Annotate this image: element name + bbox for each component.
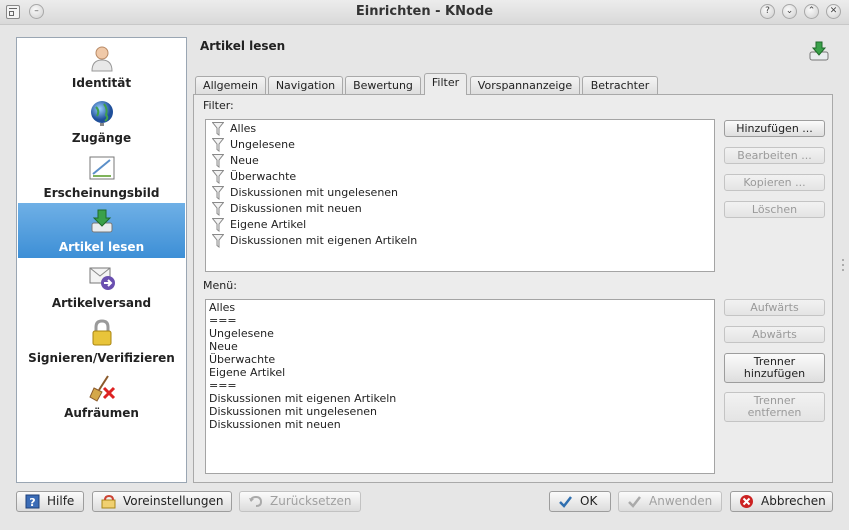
list-item[interactable]: ===	[209, 379, 237, 392]
window-minimize-button[interactable]: ⌄	[782, 4, 797, 19]
menu-label: Menü:	[203, 279, 237, 292]
send-mail-icon	[89, 267, 115, 290]
tab-vorspannanzeige[interactable]: Vorspannanzeige	[470, 76, 580, 94]
defaults-button[interactable]: Voreinstellungen	[92, 491, 232, 512]
list-item[interactable]: Diskussionen mit neuen	[209, 418, 341, 431]
sidebar: Identität Zugänge Erscheinungsbild Artik…	[16, 37, 187, 483]
list-item[interactable]: Ungelesene	[209, 327, 274, 340]
sidebar-item-label: Artikelversand	[51, 296, 152, 310]
sidebar-item-label: Artikel lesen	[58, 240, 145, 254]
sidebar-item-signieren[interactable]: Signieren/Verifizieren	[18, 315, 185, 368]
checkmark-icon	[559, 496, 572, 508]
list-item[interactable]: Neue	[209, 340, 238, 353]
funnel-icon	[212, 186, 224, 200]
cancel-icon	[740, 495, 753, 508]
funnel-icon	[212, 154, 224, 168]
undo-icon	[249, 495, 263, 507]
funnel-icon	[212, 202, 224, 216]
list-item[interactable]: Alles	[209, 301, 235, 314]
page-title: Artikel lesen	[200, 39, 286, 53]
globe-icon	[91, 101, 113, 126]
broom-icon	[89, 375, 116, 402]
remove-separator-button[interactable]: Trenner entfernen	[724, 392, 825, 422]
window-maximize-button[interactable]: ⌃	[804, 4, 819, 19]
sidebar-item-aufraeumen[interactable]: Aufräumen	[18, 370, 185, 423]
funnel-icon	[212, 218, 224, 232]
filter-label: Filter:	[203, 99, 234, 112]
menu-list[interactable]: Alles === Ungelesene Neue Überwachte Eig…	[205, 299, 715, 474]
funnel-icon	[212, 122, 224, 136]
delete-filter-button[interactable]: Löschen	[724, 201, 825, 218]
list-item[interactable]: Diskussionen mit eigenen Artikeln	[209, 392, 396, 405]
download-icon	[91, 209, 113, 233]
list-item[interactable]: ===	[209, 314, 237, 327]
move-down-button[interactable]: Abwärts	[724, 326, 825, 343]
sidebar-item-label: Aufräumen	[64, 406, 139, 420]
reset-button[interactable]: Zurücksetzen	[239, 491, 361, 512]
cancel-button[interactable]: Abbrechen	[730, 491, 833, 512]
list-item[interactable]: Eigene Artikel	[209, 366, 285, 379]
sidebar-item-erscheinungsbild[interactable]: Erscheinungsbild	[18, 150, 185, 203]
sidebar-item-label: Signieren/Verifizieren	[28, 351, 175, 365]
download-icon	[809, 41, 829, 61]
tab-bewertung[interactable]: Bewertung	[345, 76, 421, 94]
ok-button[interactable]: OK	[549, 491, 611, 512]
funnel-icon	[212, 170, 224, 184]
tab-betrachter[interactable]: Betrachter	[582, 76, 658, 94]
sidebar-item-label: Identität	[71, 76, 132, 90]
sidebar-item-zugaenge[interactable]: Zugänge	[18, 95, 185, 148]
tab-filter[interactable]: Filter	[424, 73, 467, 95]
list-item[interactable]: Diskussionen mit ungelesenen	[209, 405, 377, 418]
checkmark-icon	[628, 496, 641, 508]
edit-filter-button[interactable]: Bearbeiten ...	[724, 147, 825, 164]
sidebar-item-artikelversand[interactable]: Artikelversand	[18, 260, 185, 313]
user-icon	[91, 46, 113, 72]
funnel-icon	[212, 138, 224, 152]
help-button[interactable]: ? Hilfe	[16, 491, 84, 512]
funnel-icon	[212, 234, 224, 248]
apply-button[interactable]: Anwenden	[618, 491, 722, 512]
window-close-button[interactable]: ✕	[826, 4, 841, 19]
window-title: Einrichten - KNode	[355, 4, 494, 19]
lock-icon	[92, 319, 112, 346]
list-item[interactable]: Überwachte	[209, 353, 275, 366]
splitter-handle[interactable]	[841, 258, 845, 272]
svg-text:?: ?	[29, 496, 35, 509]
appearance-icon	[89, 156, 115, 180]
sidebar-item-artikel-lesen[interactable]: Artikel lesen	[18, 203, 185, 258]
copy-filter-button[interactable]: Kopieren ...	[724, 174, 825, 191]
sidebar-item-label: Erscheinungsbild	[43, 186, 160, 200]
move-up-button[interactable]: Aufwärts	[724, 299, 825, 316]
sidebar-item-label: Zugänge	[71, 131, 132, 145]
help-icon: ?	[25, 494, 40, 509]
window-help-button[interactable]: ?	[760, 4, 775, 19]
add-separator-button[interactable]: Trenner hinzufügen	[724, 353, 825, 383]
restore-defaults-icon	[101, 494, 116, 509]
sidebar-item-identitaet[interactable]: Identität	[18, 40, 185, 93]
filter-list[interactable]: Alles Ungelesene Neue Überwachte Diskuss…	[205, 119, 715, 272]
tab-allgemein[interactable]: Allgemein	[195, 76, 266, 94]
tab-navigation[interactable]: Navigation	[268, 76, 343, 94]
add-filter-button[interactable]: Hinzufügen ...	[724, 120, 825, 137]
